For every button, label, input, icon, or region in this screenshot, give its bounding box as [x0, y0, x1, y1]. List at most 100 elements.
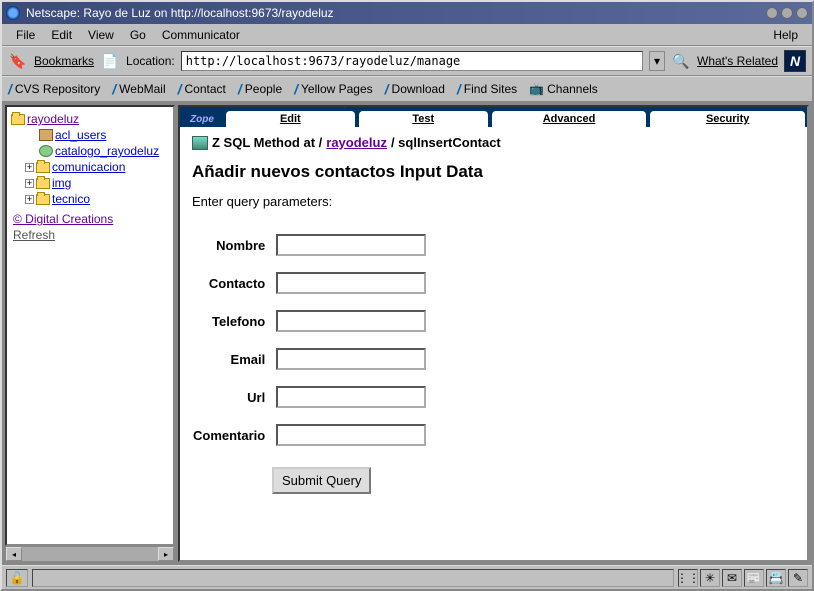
app-icon: [6, 6, 20, 20]
location-toolbar: 🔖 Bookmarks 📄 Location: ▾ 🔍 What's Relat…: [2, 46, 812, 76]
main-frame: Zope Edit Test Advanced Security Z SQL M…: [178, 105, 809, 562]
bookmarks-icon[interactable]: 🔖: [8, 51, 28, 71]
addressbook-icon[interactable]: 📇: [766, 569, 786, 587]
menu-edit[interactable]: Edit: [43, 26, 80, 44]
tree-root-link[interactable]: rayodeluz: [27, 112, 79, 126]
navigator-icon[interactable]: ✳: [700, 569, 720, 587]
tab-test[interactable]: Test: [359, 111, 488, 127]
pt-findsites[interactable]: /Find Sites: [457, 81, 517, 97]
input-nombre[interactable]: [276, 234, 426, 256]
zmi-tabs: Zope Edit Test Advanced Security: [180, 107, 807, 127]
expand-icon[interactable]: +: [25, 195, 34, 204]
tree-root[interactable]: rayodeluz: [11, 111, 169, 127]
folder-icon: [36, 162, 50, 173]
status-message: [32, 569, 674, 587]
location-label: Location:: [126, 54, 175, 68]
tree-comunicacion[interactable]: + comunicacion: [25, 159, 169, 175]
digital-creations-link[interactable]: © Digital Creations: [11, 211, 169, 227]
page-heading: Añadir nuevos contactos Input Data: [192, 162, 795, 182]
tab-security[interactable]: Security: [650, 111, 805, 127]
scroll-track[interactable]: [22, 547, 158, 561]
bookmark-icon: /: [112, 81, 116, 97]
statusbar: 🔓 ⋮⋮ ✳ ✉ 📰 📇 ✎: [2, 565, 812, 589]
security-icon[interactable]: 🔓: [6, 569, 28, 587]
users-icon: [39, 129, 53, 141]
menu-go[interactable]: Go: [122, 26, 154, 44]
label-contacto: Contacto: [192, 271, 275, 295]
scroll-left-icon[interactable]: ◂: [6, 547, 22, 561]
close-button[interactable]: [796, 7, 808, 19]
tree-link[interactable]: acl_users: [55, 128, 106, 142]
form-row: Contacto: [192, 271, 427, 295]
form-row: Email: [192, 347, 427, 371]
breadcrumb-link[interactable]: rayodeluz: [326, 135, 387, 150]
submit-query-button[interactable]: Submit Query: [272, 467, 371, 494]
tree-link[interactable]: img: [52, 176, 71, 190]
location-icon: 📄: [100, 51, 120, 71]
expand-icon[interactable]: +: [25, 163, 34, 172]
location-input[interactable]: [181, 51, 643, 71]
bookmarks-label[interactable]: Bookmarks: [34, 54, 94, 68]
sidebar-tree: rayodeluz acl_users catalogo_rayodeluz +…: [5, 105, 175, 546]
form-row: Nombre: [192, 233, 427, 257]
label-telefono: Telefono: [192, 309, 275, 333]
input-contacto[interactable]: [276, 272, 426, 294]
refresh-link[interactable]: Refresh: [11, 227, 169, 243]
tree-tecnico[interactable]: + tecnico: [25, 191, 169, 207]
tree-img[interactable]: + img: [25, 175, 169, 191]
menu-file[interactable]: File: [8, 26, 43, 44]
folder-icon: [36, 178, 50, 189]
bookmark-icon: /: [294, 81, 298, 97]
pt-download[interactable]: /Download: [385, 81, 445, 97]
channels-icon: 📺: [529, 82, 544, 96]
tab-advanced[interactable]: Advanced: [492, 111, 647, 127]
tree-catalogo[interactable]: catalogo_rayodeluz: [39, 143, 169, 159]
prompt-text: Enter query parameters:: [192, 194, 795, 209]
form-row: Comentario: [192, 423, 427, 447]
label-email: Email: [192, 347, 275, 371]
tree-link[interactable]: tecnico: [52, 192, 90, 206]
main-body: Z SQL Method at / rayodeluz / sqlInsertC…: [180, 127, 807, 502]
pt-people[interactable]: /People: [238, 81, 282, 97]
window-title: Netscape: Rayo de Luz on http://localhos…: [26, 6, 766, 20]
netscape-window: Netscape: Rayo de Luz on http://localhos…: [0, 0, 814, 591]
input-url[interactable]: [276, 386, 426, 408]
minimize-button[interactable]: [766, 7, 778, 19]
whats-related-label[interactable]: What's Related: [697, 54, 778, 68]
titlebar: Netscape: Rayo de Luz on http://localhos…: [2, 2, 812, 24]
tree-acl-users[interactable]: acl_users: [39, 127, 169, 143]
pt-cvs[interactable]: /CVS Repository: [8, 81, 100, 97]
zope-logo: Zope: [180, 112, 224, 127]
query-form: Nombre Contacto Telefono Email Url Comen…: [192, 219, 427, 461]
folder-icon: [11, 114, 25, 125]
pt-yellowpages[interactable]: /Yellow Pages: [294, 81, 373, 97]
netscape-logo-icon: N: [784, 50, 806, 72]
bookmark-icon: /: [457, 81, 461, 97]
input-comentario[interactable]: [276, 424, 426, 446]
expand-icon[interactable]: +: [25, 179, 34, 188]
tree-link[interactable]: comunicacion: [52, 160, 125, 174]
menu-communicator[interactable]: Communicator: [154, 26, 248, 44]
tree-link[interactable]: catalogo_rayodeluz: [55, 144, 159, 158]
location-dropdown-icon[interactable]: ▾: [649, 51, 665, 71]
input-telefono[interactable]: [276, 310, 426, 332]
zsql-icon: [192, 136, 208, 150]
breadcrumb-suffix: / sqlInsertContact: [391, 135, 501, 150]
sidebar-scrollbar[interactable]: ◂ ▸: [5, 546, 175, 562]
label-nombre: Nombre: [192, 233, 275, 257]
maximize-button[interactable]: [781, 7, 793, 19]
whats-related-icon[interactable]: 🔍: [671, 51, 691, 71]
tab-edit[interactable]: Edit: [226, 111, 355, 127]
scroll-right-icon[interactable]: ▸: [158, 547, 174, 561]
pt-webmail[interactable]: /WebMail: [112, 81, 165, 97]
pt-channels[interactable]: 📺Channels: [529, 82, 598, 96]
bookmark-icon: /: [178, 81, 182, 97]
input-email[interactable]: [276, 348, 426, 370]
news-icon[interactable]: 📰: [744, 569, 764, 587]
pt-contact[interactable]: /Contact: [178, 81, 226, 97]
composer-icon[interactable]: ✎: [788, 569, 808, 587]
dots-icon[interactable]: ⋮⋮: [678, 569, 698, 587]
menu-view[interactable]: View: [80, 26, 122, 44]
menu-help[interactable]: Help: [765, 26, 806, 44]
mail-icon[interactable]: ✉: [722, 569, 742, 587]
